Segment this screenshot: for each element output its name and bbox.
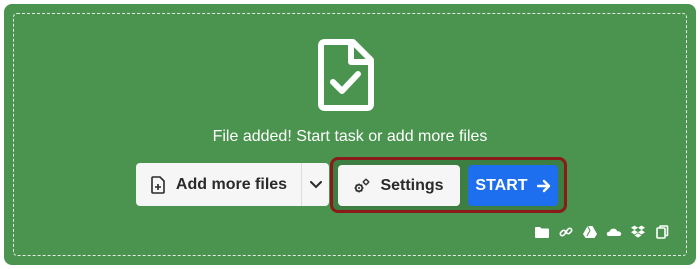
file-check-icon [318,39,374,111]
upload-source-icons [534,224,670,240]
add-source-dropdown-button[interactable] [302,163,329,206]
file-plus-icon [151,175,165,194]
link-icon[interactable] [558,224,574,240]
chevron-down-icon [309,180,322,188]
arrow-right-icon [536,179,550,192]
onedrive-icon[interactable] [606,224,622,240]
status-message: File added! Start task or add more files [212,128,488,145]
folder-icon[interactable] [534,224,550,240]
add-more-files-button[interactable]: Add more files [136,163,302,206]
settings-label: Settings [380,176,444,194]
gears-icon [354,178,370,192]
clipboard-icon[interactable] [654,224,670,240]
google-drive-icon[interactable] [582,224,598,240]
settings-button[interactable]: Settings [338,165,460,206]
start-button[interactable]: START [468,165,558,206]
start-label: START [475,176,528,194]
add-more-files-label: Add more files [175,175,288,193]
dropbox-icon[interactable] [630,224,646,240]
